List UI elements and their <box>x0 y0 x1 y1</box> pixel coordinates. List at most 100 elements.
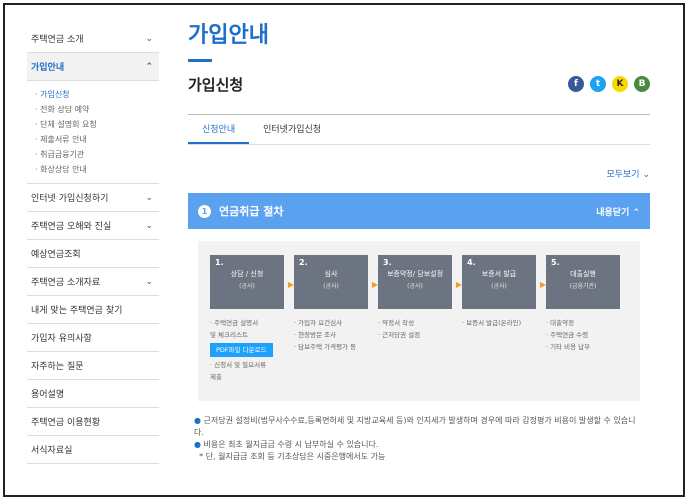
main-content: 가입안내 가입신청 f t K B 신청안내 인터넷가입신청 모두보기 ⌄ 1 … <box>188 17 650 463</box>
title-underline <box>188 59 212 62</box>
step-agency: (공사) <box>491 283 507 290</box>
step-detail: 제출 <box>210 373 222 381</box>
step-detail: 및 체크리스트 <box>210 331 248 339</box>
step-number: 2. <box>299 258 308 267</box>
chevron-down-icon: ⌄ <box>145 33 153 44</box>
sidebar: 주택연금 소개 ⌄ 가입안내 ⌃ · 가입신청 · 전화 상담 예약 · 단체 … <box>27 25 159 464</box>
step-details: · 보증서 발급(온라인) <box>462 317 536 329</box>
nav-item-find[interactable]: 내게 맞는 주택연금 찾기 <box>27 296 159 324</box>
notes: ● 근저당권 설정비(법무사수수료,등록면허세 및 지방교육세 등)와 인지세가… <box>188 415 650 463</box>
subnav-item-phone[interactable]: · 전화 상담 예약 <box>35 102 159 117</box>
step-2: 2. 심사 (공사) ▶ · 가입자 요건심사 · 현장방문 조사 · 담보주택… <box>294 255 378 383</box>
accordion-header[interactable]: 1 연금취급 절차 내용닫기 ⌃ <box>188 193 650 229</box>
nav-item-notice[interactable]: 가입자 유의사항 <box>27 324 159 352</box>
nav-label: 내게 맞는 주택연금 찾기 <box>31 306 123 316</box>
note-text: 비용은 최초 월지급금 수령 시 납부하실 수 있습니다. <box>203 440 379 449</box>
subnav-item-banks[interactable]: · 취급금융기관 <box>35 147 159 162</box>
subnav-label: 전화 상담 예약 <box>40 105 90 114</box>
step-number-badge: 1 <box>198 204 211 218</box>
step-detail: · 가입자 요건심사 <box>294 319 343 327</box>
step-title: 대출실행 <box>570 270 596 278</box>
facebook-icon[interactable]: f <box>568 76 584 92</box>
kakaotalk-icon[interactable]: K <box>612 76 628 92</box>
note-2: ● 비용은 최초 월지급금 수령 시 납부하실 수 있습니다. <box>194 440 379 449</box>
twitter-icon[interactable]: t <box>590 76 606 92</box>
step-detail: · 신청서 및 필요서류 <box>210 361 267 369</box>
nav-item-glossary[interactable]: 용어설명 <box>27 380 159 408</box>
step-detail: · 주택연금 수령 <box>546 331 589 339</box>
step-number: 4. <box>467 258 476 267</box>
chevron-up-icon: ⌃ <box>145 61 153 72</box>
step-detail: · 보증서 발급(온라인) <box>462 319 522 327</box>
step-card: 2. 심사 (공사) ▶ <box>294 255 378 309</box>
step-card: 3. 보증약정/ 담보설정 (공사) ▶ <box>378 255 462 309</box>
step-details: · 가입자 요건심사 · 현장방문 조사 · 담보주택 가격평가 등 <box>294 317 368 353</box>
step-detail: · 근저당권 설정 <box>378 331 421 339</box>
nav-item-myths[interactable]: 주택연금 오해와 진실 ⌄ <box>27 212 159 240</box>
tab-bar: 신청안내 인터넷가입신청 <box>188 115 650 145</box>
step-title: 보증약정/ 담보설정 <box>386 270 444 278</box>
nav-item-faq[interactable]: 자주하는 질문 <box>27 352 159 380</box>
subnav-label: 단체 설명회 요청 <box>40 120 97 129</box>
subnav: · 가입신청 · 전화 상담 예약 · 단체 설명회 요청 · 제출서류 안내 … <box>27 81 159 184</box>
step-card: 5. 대출실행 (금융기관) <box>546 255 620 309</box>
subnav-label: 화상상담 안내 <box>40 165 87 174</box>
nav-label: 주택연금 오해와 진실 <box>31 222 112 232</box>
step-card: 1. 상담 / 신청 (공사) ▶ <box>210 255 294 309</box>
step-agency: (공사) <box>407 283 423 290</box>
step-card: 4. 보증서 발급 (공사) ▶ <box>462 255 546 309</box>
subnav-item-group[interactable]: · 단체 설명회 요청 <box>35 117 159 132</box>
nav-label: 서식자료실 <box>31 446 73 456</box>
subtitle-row: 가입신청 f t K B <box>188 72 650 96</box>
page-frame: 주택연금 소개 ⌄ 가입안내 ⌃ · 가입신청 · 전화 상담 예약 · 단체 … <box>3 3 685 497</box>
step-detail: · 약정서 작성 <box>378 319 415 327</box>
nav-item-forms[interactable]: 서식자료실 <box>27 436 159 464</box>
tab-apply-guide[interactable]: 신청안내 <box>188 115 250 144</box>
nav-label: 용어설명 <box>31 390 65 400</box>
collapse-button[interactable]: 내용닫기 ⌃ <box>596 205 640 218</box>
step-agency: (공사) <box>239 283 255 290</box>
tab-online-apply[interactable]: 인터넷가입신청 <box>249 115 335 144</box>
nav-item-join-guide[interactable]: 가입안내 ⌃ <box>27 53 159 81</box>
nav-label: 주택연금 소개자료 <box>31 278 101 288</box>
step-detail: · 주택연금 설명서 <box>210 319 259 327</box>
accordion-title: 연금취급 절차 <box>219 205 284 218</box>
procedure-box: 1. 상담 / 신청 (공사) ▶ · 주택연금 설명서 및 체크리스트 PDF… <box>198 241 640 401</box>
subnav-item-docs[interactable]: · 제출서류 안내 <box>35 132 159 147</box>
subnav-item-apply[interactable]: · 가입신청 <box>35 87 159 102</box>
nav-label: 자주하는 질문 <box>31 362 84 372</box>
subnav-label: 취급금융기관 <box>40 150 85 159</box>
nav-item-estimate[interactable]: 예상연금조회 <box>27 240 159 268</box>
step-3: 3. 보증약정/ 담보설정 (공사) ▶ · 약정서 작성 · 근저당권 설정 <box>378 255 462 383</box>
step-number: 5. <box>551 258 560 267</box>
note-1: ● 근저당권 설정비(법무사수수료,등록면허세 및 지방교육세 등)와 인지세가… <box>194 416 636 437</box>
expand-all-button[interactable]: 모두보기 ⌄ <box>188 167 650 181</box>
step-detail: · 기타 비용 납부 <box>546 343 591 351</box>
chevron-down-icon: ⌄ <box>145 220 153 231</box>
step-detail: · 담보주택 가격평가 등 <box>294 343 357 351</box>
step-5: 5. 대출실행 (금융기관) · 대출약정 · 주택연금 수령 · 기타 비용 … <box>546 255 620 383</box>
note-text: 근저당권 설정비(법무사수수료,등록면허세 및 지방교육세 등)와 인지세가 발… <box>194 416 636 437</box>
step-title: 보증서 발급 <box>481 270 517 278</box>
page-title: 가입안내 <box>188 23 269 48</box>
social-share: f t K B <box>568 76 650 92</box>
nav-item-intro[interactable]: 주택연금 소개 ⌄ <box>27 25 159 53</box>
nav-item-materials[interactable]: 주택연금 소개자료 ⌄ <box>27 268 159 296</box>
subnav-item-video[interactable]: · 화상상담 안내 <box>35 162 159 177</box>
nav-label: 주택연금 소개 <box>31 35 84 45</box>
nav-item-online-apply[interactable]: 인터넷 가입신청하기 ⌄ <box>27 184 159 212</box>
step-detail: · 대출약정 <box>546 319 575 327</box>
note-3: * 단, 월지급금 조회 등 기초상담은 시중은행에서도 가능 <box>194 451 644 463</box>
step-title: 심사 <box>324 270 338 278</box>
pdf-download-button[interactable]: PDF파일 다운로드 <box>210 343 273 357</box>
note-text: * 단, 월지급금 조회 등 기초상담은 시중은행에서도 가능 <box>199 452 386 461</box>
nav-label: 인터넷 가입신청하기 <box>31 194 109 204</box>
nav-item-stats[interactable]: 주택연금 이용현황 <box>27 408 159 436</box>
subnav-label: 가입신청 <box>40 90 70 99</box>
nav-label: 가입자 유의사항 <box>31 334 92 344</box>
page-subtitle: 가입신청 <box>188 75 244 94</box>
step-details: · 약정서 작성 · 근저당권 설정 <box>378 317 452 341</box>
nav-label: 주택연금 이용현황 <box>31 418 101 428</box>
band-icon[interactable]: B <box>634 76 650 92</box>
subnav-label: 제출서류 안내 <box>40 135 87 144</box>
